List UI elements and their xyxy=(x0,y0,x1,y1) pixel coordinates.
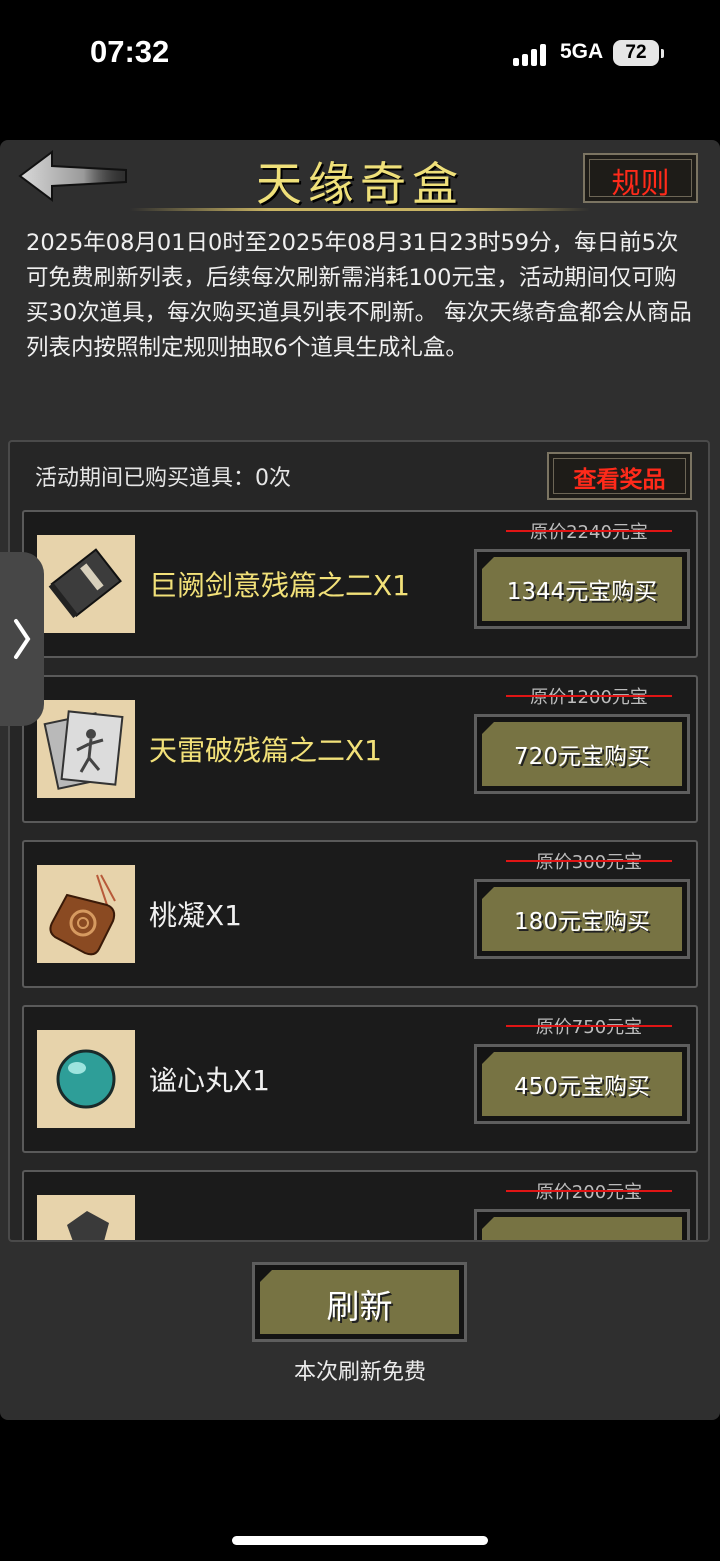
list-item: 巨阙剑意残篇之二X1 原价2240元宝 1344元宝购买 xyxy=(22,510,698,658)
status-time: 07:32 xyxy=(90,34,170,69)
item-name: 谧心丸X1 xyxy=(149,1064,270,1097)
buy-button-label: 720元宝购买 xyxy=(514,744,650,770)
buy-button[interactable] xyxy=(474,1209,690,1240)
original-price: 原价200元宝 xyxy=(494,1178,684,1204)
list-item: 谧心丸X1 原价750元宝 450元宝购买 xyxy=(22,1005,698,1153)
original-price: 原价300元宝 xyxy=(494,848,684,874)
list-item: 天雷破残篇之二X1 原价1200元宝 720元宝购买 xyxy=(22,675,698,823)
item-list-panel[interactable]: 活动期间已购买道具：0次 查看奖品 巨阙剑意残篇之二X1 原价2240元宝 13… xyxy=(8,440,710,1242)
title-divider xyxy=(130,208,590,211)
view-prizes-label: 查看奖品 xyxy=(573,467,666,493)
original-price: 原价2240元宝 xyxy=(494,518,684,544)
status-bar: 07:32 5GA 72 xyxy=(0,0,720,110)
battery-icon: 72 xyxy=(613,40,664,66)
signal-icon xyxy=(513,42,551,66)
item-name: 天雷破残篇之二X1 xyxy=(149,734,382,767)
item-name: 桃凝X1 xyxy=(149,899,242,932)
buy-button[interactable]: 720元宝购买 xyxy=(474,714,690,794)
buy-button[interactable]: 450元宝购买 xyxy=(474,1044,690,1124)
event-description: 2025年08月01日0时至2025年08月31日23时59分，每日前5次可免费… xyxy=(26,230,692,361)
buy-button-label: 1344元宝购买 xyxy=(506,579,658,605)
buy-button[interactable]: 180元宝购买 xyxy=(474,879,690,959)
network-type: 5GA xyxy=(560,40,604,63)
jade-pendant-icon xyxy=(37,865,135,963)
original-price: 原价750元宝 xyxy=(494,1013,684,1039)
pill-icon xyxy=(37,1030,135,1128)
side-drawer-handle[interactable] xyxy=(0,552,44,726)
scroll-pages-icon xyxy=(37,700,135,798)
list-item: 原价200元宝 xyxy=(22,1170,698,1240)
buy-button-label: 180元宝购买 xyxy=(514,909,650,935)
home-indicator[interactable] xyxy=(232,1536,488,1545)
ore-icon xyxy=(37,1195,135,1240)
list-item: 桃凝X1 原价300元宝 180元宝购买 xyxy=(22,840,698,988)
view-prizes-button[interactable]: 查看奖品 xyxy=(547,452,692,500)
rules-button-label: 规则 xyxy=(611,166,670,200)
buy-button-label: 450元宝购买 xyxy=(514,1074,650,1100)
original-price: 原价1200元宝 xyxy=(494,683,684,709)
refresh-button[interactable]: 刷新 xyxy=(252,1262,467,1342)
refresh-cost-note: 本次刷新免费 xyxy=(293,1360,426,1385)
item-name: 巨阙剑意残篇之二X1 xyxy=(149,569,410,602)
rules-button[interactable]: 规则 xyxy=(583,153,698,203)
purchase-count: 活动期间已购买道具：0次 xyxy=(35,466,291,491)
refresh-button-label: 刷新 xyxy=(326,1287,393,1326)
book-icon xyxy=(37,535,135,633)
buy-button[interactable]: 1344元宝购买 xyxy=(474,549,690,629)
battery-level: 72 xyxy=(625,42,647,63)
chevron-right-icon xyxy=(14,619,31,659)
